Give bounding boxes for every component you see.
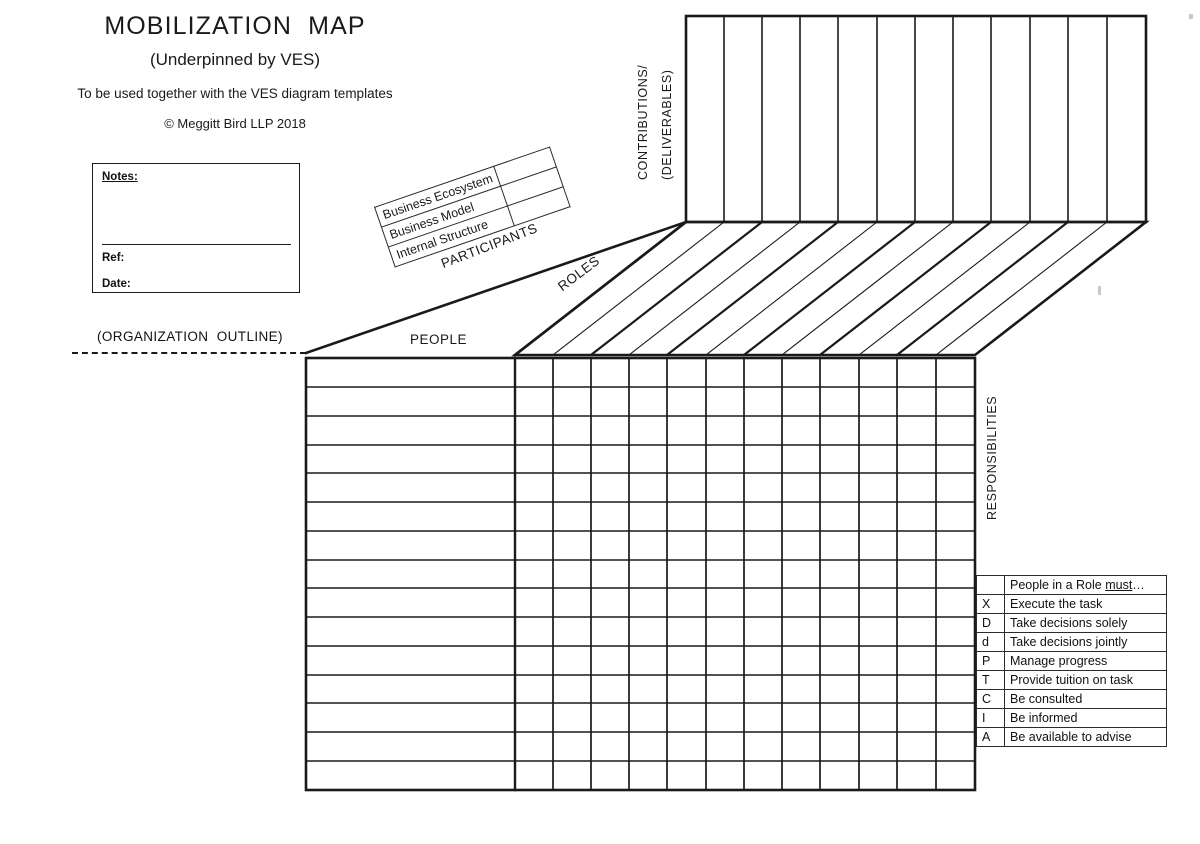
responsibility-codes-legend: People in a Role must… X Execute the tas… [976, 575, 1167, 747]
legend-code: D [976, 613, 1005, 633]
legend-description: Provide tuition on task [1004, 670, 1167, 690]
mobilization-map-page: MOBILIZATION MAP (Underpinned by VES) To… [0, 0, 1200, 844]
top-panel-grid [684, 14, 1148, 224]
legend-description: Be available to advise [1004, 727, 1167, 747]
axis-label-responsibilities: RESPONSIBILITIES [985, 395, 999, 520]
legend-row: C Be consulted [976, 689, 1167, 709]
legend-row: I Be informed [976, 708, 1167, 728]
scan-speck [1189, 14, 1193, 19]
legend-description: Take decisions solely [1004, 613, 1167, 633]
main-grid [304, 356, 977, 792]
legend-description: Be informed [1004, 708, 1167, 728]
legend-row: P Manage progress [976, 651, 1167, 671]
scan-speck [1098, 286, 1101, 295]
legend-code: A [976, 727, 1005, 747]
legend-row: X Execute the task [976, 594, 1167, 614]
legend-row: T Provide tuition on task [976, 670, 1167, 690]
legend-code: C [976, 689, 1005, 709]
legend-header-label: People in a Role must… [1004, 575, 1167, 595]
legend-header-code-cell [976, 575, 1005, 595]
legend-description: Be consulted [1004, 689, 1167, 709]
legend-header-row: People in a Role must… [976, 575, 1167, 595]
axis-label-deliverables: (DELIVERABLES) [660, 69, 674, 180]
axis-label-people: PEOPLE [410, 332, 468, 347]
legend-code: T [976, 670, 1005, 690]
legend-code: X [976, 594, 1005, 614]
legend-description: Manage progress [1004, 651, 1167, 671]
legend-code: P [976, 651, 1005, 671]
legend-code: I [976, 708, 1005, 728]
legend-row: A Be available to advise [976, 727, 1167, 747]
legend-code: d [976, 632, 1005, 652]
legend-description: Execute the task [1004, 594, 1167, 614]
diagonal-band [511, 220, 1150, 357]
legend-row: d Take decisions jointly [976, 632, 1167, 652]
axis-label-contributions: CONTRIBUTIONS/ [636, 64, 650, 180]
legend-description: Take decisions jointly [1004, 632, 1167, 652]
legend-row: D Take decisions solely [976, 613, 1167, 633]
legend-header-text: People in a Role must… [1010, 577, 1145, 592]
